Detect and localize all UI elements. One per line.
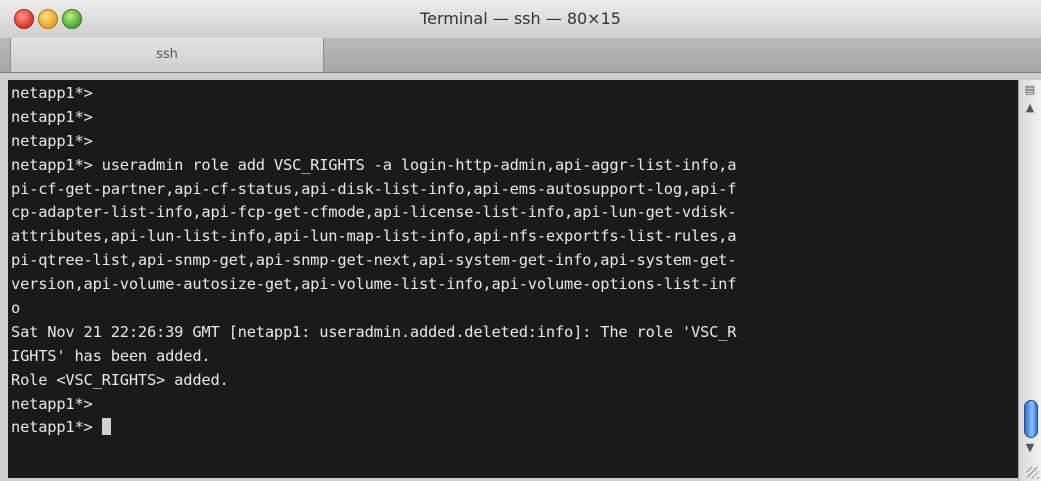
triangle-down-icon[interactable]: ▼ xyxy=(1023,442,1037,454)
title-bar[interactable]: Terminal — ssh — 80×15 xyxy=(0,0,1041,39)
text-cursor xyxy=(101,418,111,436)
terminal-line: netapp1*> useradmin role add VSC_RIGHTS … xyxy=(11,155,737,174)
terminal-output[interactable]: netapp1*> netapp1*> netapp1*> netapp1*> … xyxy=(8,80,1018,478)
tab-bar: ssh xyxy=(0,38,1041,73)
window-title: Terminal — ssh — 80×15 xyxy=(420,9,621,28)
terminal-window: Terminal — ssh — 80×15 ssh netapp1*> net… xyxy=(0,0,1041,481)
triangle-up-icon[interactable]: ▲ xyxy=(1023,102,1037,114)
bookmark-icon[interactable]: ▤ xyxy=(1023,84,1037,96)
terminal-line: version,api-volume-autosize-get,api-volu… xyxy=(11,275,737,294)
vertical-scrollbar[interactable]: ▤ ▲ ▼ xyxy=(1018,80,1041,481)
terminal-line: netapp1*> xyxy=(11,131,93,150)
terminal-line: IGHTS' has been added. xyxy=(11,346,211,365)
tab-ssh[interactable]: ssh xyxy=(10,38,324,72)
terminal-line: pi-qtree-list,api-snmp-get,api-snmp-get-… xyxy=(11,251,737,270)
prompt-text: netapp1*> xyxy=(11,418,102,437)
terminal-line: o xyxy=(11,299,21,318)
scroll-thumb[interactable] xyxy=(1024,400,1038,438)
terminal-prompt-line[interactable]: netapp1*> xyxy=(11,416,1018,440)
terminal-line: netapp1*> xyxy=(11,394,93,413)
terminal-line: Sat Nov 21 22:26:39 GMT [netapp1: userad… xyxy=(11,322,737,341)
resize-grip-icon[interactable] xyxy=(1027,467,1039,479)
terminal-line: netapp1*> xyxy=(11,84,93,102)
terminal-line: attributes,api-lun-list-info,api-lun-map… xyxy=(11,227,737,246)
terminal-line: Role <VSC_RIGHTS> added. xyxy=(11,370,229,389)
terminal-line: cp-adapter-list-info,api-fcp-get-cfmode,… xyxy=(11,203,737,222)
terminal-line: pi-cf-get-partner,api-cf-status,api-disk… xyxy=(11,179,737,198)
terminal-line: netapp1*> xyxy=(11,107,93,126)
